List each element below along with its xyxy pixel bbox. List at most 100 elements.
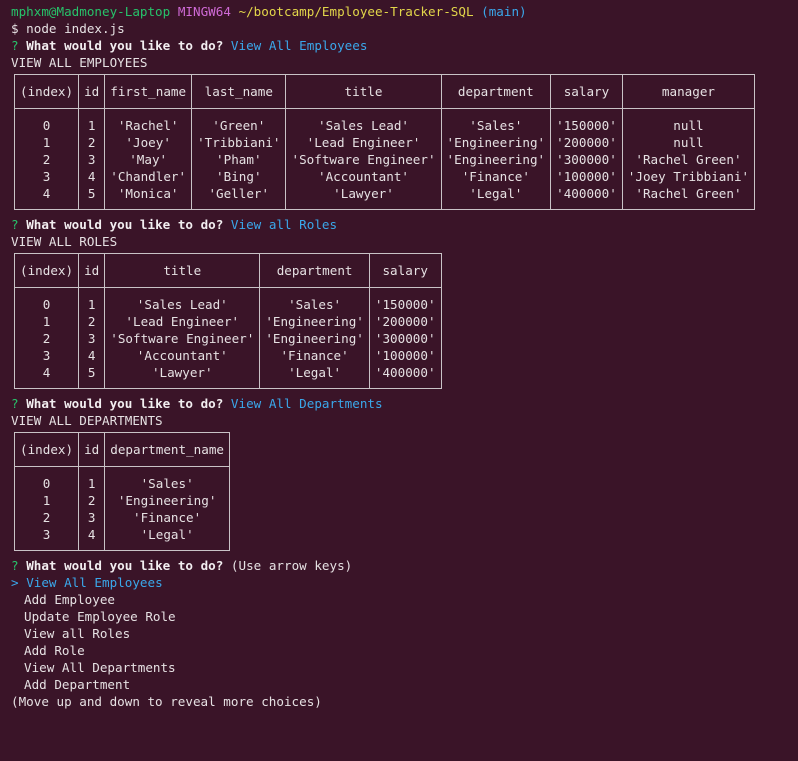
menu-option-view-all-departments[interactable]: View All Departments: [11, 659, 798, 676]
table-cell: 'Finance': [104, 509, 230, 526]
column-header: manager: [621, 74, 756, 109]
table-cell: 'Engineering': [104, 492, 230, 509]
column-header: first_name: [104, 74, 193, 109]
table-cell: '200000': [368, 313, 442, 330]
question-mark: ?: [11, 558, 19, 573]
prompt-branch: (main): [481, 4, 527, 19]
table-cell: 3: [78, 330, 106, 347]
table-cell: 2: [13, 330, 80, 347]
table-cell: 'Geller': [191, 185, 287, 210]
question-departments: ? What would you like to do? View All De…: [11, 395, 798, 412]
table-header-row: (index) id title department salary: [13, 253, 442, 288]
table-cell: 'Lead Engineer': [104, 313, 261, 330]
table-cell: 'Joey': [104, 134, 193, 151]
prompt-system: MINGW64: [177, 4, 231, 19]
table-cell: 'Chandler': [104, 168, 193, 185]
table-row: 0 1 'Rachel' 'Green' 'Sales Lead' 'Sales' '150…: [13, 108, 756, 134]
table-cell: 4: [13, 185, 80, 210]
column-header: salary: [550, 74, 623, 109]
question-text: What would you like to do?: [26, 558, 224, 573]
column-header: (index): [13, 253, 80, 288]
question-text: What would you like to do?: [26, 396, 224, 411]
table-cell: '150000': [550, 108, 623, 134]
table-cell: 'Rachel Green': [621, 151, 756, 168]
prompt-path: ~/bootcamp/Employee-Tracker-SQL: [238, 4, 474, 19]
roles-table: (index) id title department salary 0 1 'Sales …: [13, 253, 442, 389]
table-cell: null: [621, 108, 756, 134]
table-cell: '100000': [550, 168, 623, 185]
column-header: (index): [13, 74, 80, 109]
section-heading: VIEW ALL DEPARTMENTS: [11, 413, 163, 428]
table-row: 2 3 'Software Engineer' 'Engineering' '30000…: [13, 330, 442, 347]
terminal-window[interactable]: mphxm@Madmoney-Laptop MINGW64 ~/bootcamp…: [0, 0, 798, 710]
table-cell: 'Monica': [104, 185, 193, 210]
column-header: id: [78, 253, 106, 288]
table-header-row: (index) id first_name last_name title departm…: [13, 74, 756, 109]
table-cell: 2: [78, 313, 106, 330]
table-cell: 4: [78, 526, 106, 551]
table-cell: 4: [78, 168, 106, 185]
table-cell: '400000': [368, 364, 442, 389]
table-cell: 'Pham': [191, 151, 287, 168]
table-cell: 1: [78, 108, 106, 134]
table-cell: 'Engineering': [259, 330, 370, 347]
column-header: title: [104, 253, 261, 288]
table-cell: 'Software Engineer': [285, 151, 442, 168]
table-cell: 3: [78, 151, 106, 168]
column-header: last_name: [191, 74, 287, 109]
table-cell: 'Sales': [259, 287, 370, 313]
question-employees: ? What would you like to do? View All Em…: [11, 37, 798, 54]
menu-option-label: View All Employees: [26, 575, 163, 590]
menu-hint: (Use arrow keys): [230, 558, 353, 573]
menu-option-add-department[interactable]: Add Department: [11, 676, 798, 693]
command-line: $ node index.js: [11, 21, 125, 36]
menu-option-view-all-roles[interactable]: View all Roles: [11, 625, 798, 642]
menu-option-selected[interactable]: > View All Employees: [11, 574, 798, 591]
table-row: 1 2 'Engineering': [13, 492, 230, 509]
table-cell: null: [621, 134, 756, 151]
shell-prompt-line: mphxm@Madmoney-Laptop MINGW64 ~/bootcamp…: [11, 3, 798, 20]
table-cell: 3: [13, 526, 80, 551]
column-header: id: [78, 74, 106, 109]
column-header: department: [440, 74, 552, 109]
menu-option-update-employee-role[interactable]: Update Employee Role: [11, 608, 798, 625]
table-cell: 'Rachel': [104, 108, 193, 134]
table-cell: 'Legal': [259, 364, 370, 389]
table-cell: 'Engineering': [259, 313, 370, 330]
table-cell: 'Sales Lead': [104, 287, 261, 313]
question-text: What would you like to do?: [26, 217, 224, 232]
menu-option-add-employee[interactable]: Add Employee: [11, 591, 798, 608]
table-cell: 'Engineering': [440, 134, 552, 151]
question-menu: ? What would you like to do? (Use arrow …: [11, 557, 798, 574]
table-cell: 'Tribbiani': [191, 134, 287, 151]
table-cell: '150000': [368, 287, 442, 313]
table-row: 4 5 'Lawyer' 'Legal' '400000': [13, 364, 442, 389]
answer-text: View All Departments: [230, 396, 383, 411]
table-cell: 'Rachel Green': [621, 185, 756, 210]
departments-table: (index) id department_name 0 1 'Sales' 1 2 'Eng…: [13, 432, 230, 551]
menu-option-add-role[interactable]: Add Role: [11, 642, 798, 659]
table-cell: 'May': [104, 151, 193, 168]
table-cell: 0: [13, 108, 80, 134]
table-row: 4 5 'Monica' 'Geller' 'Lawyer' 'Legal' '400000…: [13, 185, 756, 210]
answer-text: View All Employees: [230, 38, 368, 53]
question-mark: ?: [11, 396, 19, 411]
table-cell: 'Sales Lead': [285, 108, 442, 134]
table-cell: 4: [13, 364, 80, 389]
table-cell: 5: [78, 185, 106, 210]
table-row: 2 3 'May' 'Pham' 'Software Engineer' 'Enginee…: [13, 151, 756, 168]
table-cell: 2: [78, 134, 106, 151]
table-cell: 'Lawyer': [104, 364, 261, 389]
table-cell: 'Finance': [259, 347, 370, 364]
table-cell: 2: [13, 151, 80, 168]
table-cell: '200000': [550, 134, 623, 151]
table-row: 0 1 'Sales Lead' 'Sales' '150000': [13, 287, 442, 313]
table-cell: 'Sales': [440, 108, 552, 134]
table-cell: 1: [13, 492, 80, 509]
question-mark: ?: [11, 217, 19, 232]
question-text: What would you like to do?: [26, 38, 224, 53]
table-header-row: (index) id department_name: [13, 432, 230, 467]
question-roles: ? What would you like to do? View all Ro…: [11, 216, 798, 233]
table-cell: 3: [13, 347, 80, 364]
table-cell: 0: [13, 466, 80, 492]
